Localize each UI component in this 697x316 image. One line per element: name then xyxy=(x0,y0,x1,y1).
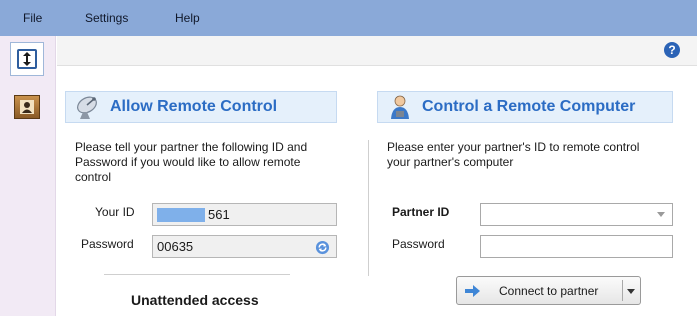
allow-password-value: 00635 xyxy=(157,239,194,254)
control-password-label: Password xyxy=(392,237,445,251)
sidebar-item-remote-control[interactable] xyxy=(10,42,44,76)
control-remote-computer-header: Control a Remote Computer xyxy=(377,91,673,123)
allow-remote-control-header: Allow Remote Control xyxy=(65,91,337,123)
menu-settings[interactable]: Settings xyxy=(85,11,128,25)
sidebar-item-contacts[interactable] xyxy=(10,90,44,124)
redacted-id-mask xyxy=(157,207,205,222)
satellite-dish-icon xyxy=(77,96,97,119)
allow-password-label: Password xyxy=(81,237,134,251)
unattended-divider xyxy=(104,274,290,275)
allow-remote-control-title: Allow Remote Control xyxy=(110,98,278,115)
chevron-down-icon[interactable] xyxy=(657,212,665,217)
refresh-password-icon[interactable] xyxy=(315,240,330,255)
partner-id-input[interactable] xyxy=(480,203,673,226)
connect-to-partner-label: Connect to partner xyxy=(499,283,599,298)
your-id-value: 561 xyxy=(208,207,230,222)
partner-id-label: Partner ID xyxy=(392,205,450,219)
question-mark-icon[interactable]: ? xyxy=(664,42,680,58)
allow-password-field[interactable]: 00635 xyxy=(152,235,337,258)
control-password-input[interactable] xyxy=(480,235,673,258)
allow-remote-description: Please tell your partner the following I… xyxy=(75,140,308,184)
left-sidebar xyxy=(0,36,56,316)
panel-divider xyxy=(368,140,369,276)
menu-file[interactable]: File xyxy=(23,11,42,25)
tool-strip: ? xyxy=(57,36,697,66)
button-split-divider xyxy=(622,280,623,301)
user-computer-icon xyxy=(391,95,409,119)
control-remote-description: Please enter your partner's ID to remote… xyxy=(387,140,640,169)
connect-to-partner-button[interactable]: Connect to partner xyxy=(456,276,641,305)
unattended-access-title: Unattended access xyxy=(131,292,259,308)
menu-help[interactable]: Help xyxy=(175,11,200,25)
your-id-label: Your ID xyxy=(95,205,135,219)
partner-id-combobox[interactable] xyxy=(480,203,673,226)
control-remote-computer-title: Control a Remote Computer xyxy=(422,98,636,115)
your-id-field[interactable]: 561 xyxy=(152,203,337,226)
contacts-book-icon xyxy=(14,95,40,119)
chevron-down-icon[interactable] xyxy=(627,289,635,294)
menu-bar: File Settings Help xyxy=(0,0,697,36)
remote-control-arrows-icon xyxy=(17,49,37,69)
arrow-right-icon xyxy=(465,284,480,297)
